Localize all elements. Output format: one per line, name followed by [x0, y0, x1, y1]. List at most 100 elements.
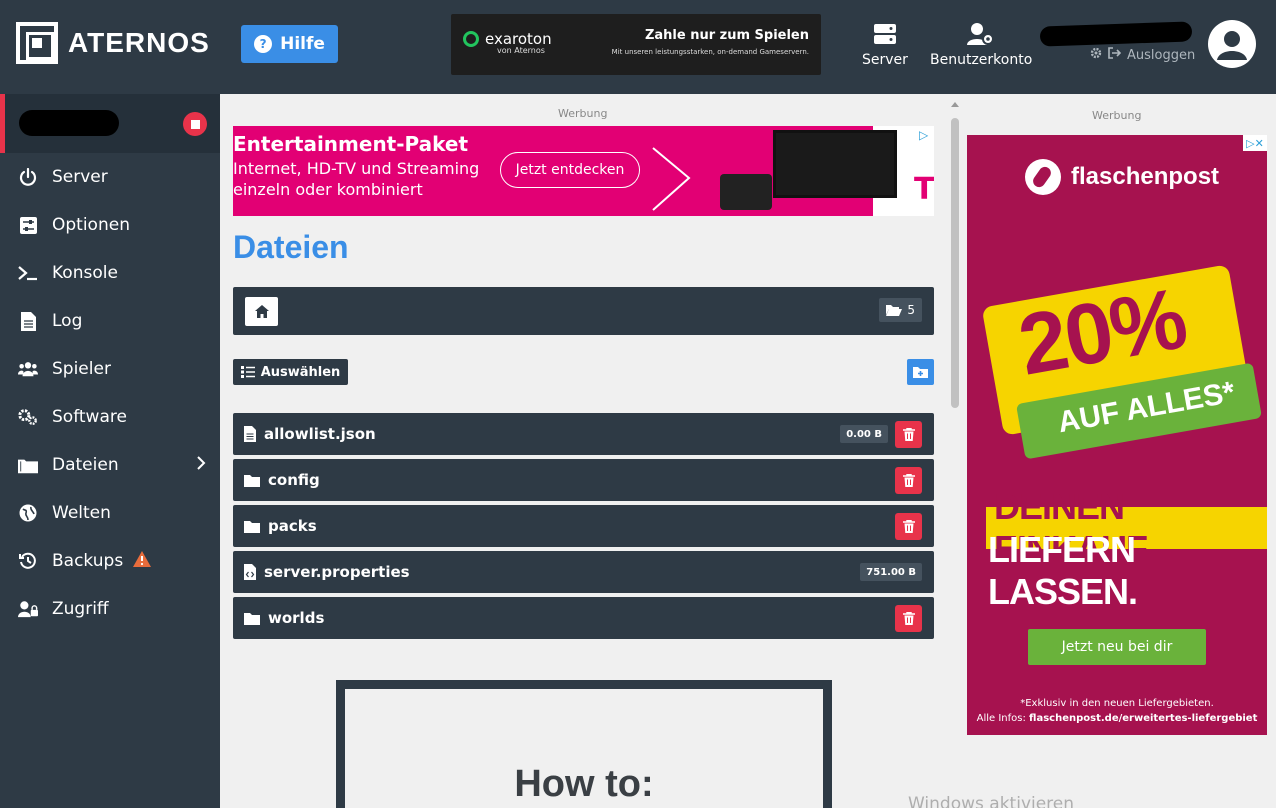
right-ad-column: Werbung ▷✕ flaschenpost 20% AUF ALLES* D… [962, 94, 1276, 808]
sign-out-icon [1108, 47, 1122, 63]
file-list: allowlist.json 0.00 B config packs serve… [233, 413, 934, 643]
redacted-server-name [19, 110, 119, 136]
breadcrumb: 5 [233, 287, 934, 335]
file-row-packs[interactable]: packs [233, 505, 934, 547]
header-nav-server[interactable]: Server [862, 20, 908, 68]
ad-cta-button[interactable]: Jetzt neu bei dir [1028, 629, 1206, 665]
file-icon [18, 311, 38, 331]
delete-button[interactable] [895, 605, 922, 632]
sidebar-item-worlds[interactable]: Welten [0, 489, 220, 537]
adchoices-icon[interactable]: ▷ [919, 128, 928, 142]
flaschenpost-ad[interactable]: ▷✕ flaschenpost 20% AUF ALLES* DEINEN EI… [967, 135, 1267, 735]
trash-icon [902, 474, 915, 487]
history-icon [18, 551, 38, 571]
delete-button[interactable] [895, 421, 922, 448]
banner-cta-button[interactable]: Jetzt entdecken [500, 152, 640, 188]
file-name: packs [268, 517, 317, 535]
ad-label: Werbung [1092, 109, 1142, 122]
power-icon [18, 167, 38, 187]
adchoices-close-icon[interactable]: ▷✕ [1243, 135, 1267, 151]
sidebar-item-server[interactable]: Server [0, 153, 220, 201]
delete-button[interactable] [895, 467, 922, 494]
redacted-username [1039, 21, 1193, 47]
sidebar-item-players[interactable]: Spieler [0, 345, 220, 393]
scroll-thumb[interactable] [951, 118, 959, 408]
header-nav-account[interactable]: Benutzerkonto [930, 20, 1032, 68]
exaroton-ad[interactable]: exaroton von Aternos Zahle nur zum Spiel… [451, 14, 821, 75]
sidebar-item-files[interactable]: Dateien [0, 441, 220, 489]
aternos-logo[interactable]: ATERNOS [16, 22, 210, 64]
folder-plus-icon [913, 367, 928, 378]
sidebar-item-label: Backups [52, 551, 124, 571]
sidebar-item-label: Spieler [52, 359, 111, 379]
file-name: config [268, 471, 320, 489]
user-lock-icon [18, 599, 38, 619]
file-row-server-properties[interactable]: server.properties 751.00 B [233, 551, 934, 593]
file-name: worlds [268, 609, 325, 627]
select-button[interactable]: Auswählen [233, 359, 348, 385]
sidebar-item-options[interactable]: Optionen [0, 201, 220, 249]
question-icon: ? [254, 35, 273, 53]
new-folder-button[interactable] [907, 359, 934, 385]
file-size: 751.00 B [860, 563, 922, 581]
delete-button[interactable] [895, 513, 922, 540]
scroll-up-arrow-icon[interactable] [951, 102, 959, 107]
sidebar-item-log[interactable]: Log [0, 297, 220, 345]
main-content: Werbung Entertainment-Paket Internet, HD… [220, 94, 948, 808]
list-icon [240, 366, 255, 378]
sidebar-item-software[interactable]: Software [0, 393, 220, 441]
sidebar-item-backups[interactable]: Backups [0, 537, 220, 585]
file-name: allowlist.json [264, 425, 376, 443]
folder-icon [244, 520, 260, 533]
trash-icon [902, 520, 915, 533]
stop-icon[interactable] [183, 112, 207, 136]
sidebar-item-access[interactable]: Zugriff [0, 585, 220, 633]
logout-label: Ausloggen [1127, 47, 1196, 63]
avatar[interactable] [1208, 20, 1256, 68]
ad-fineprint-1: *Exklusiv in den neuen Liefergebieten. [1020, 698, 1214, 709]
chevron-right-icon [196, 455, 206, 476]
terminal-icon [18, 263, 38, 283]
file-name: server.properties [264, 563, 410, 581]
file-row-allowlist[interactable]: allowlist.json 0.00 B [233, 413, 934, 455]
file-row-worlds[interactable]: worlds [233, 597, 934, 639]
telekom-banner-ad[interactable]: Entertainment-Paket Internet, HD-TV und … [233, 126, 934, 216]
ad-fineprint-2: Alle Infos: flaschenpost.de/erweitertes-… [976, 713, 1258, 724]
sidebar: Server Optionen Konsole Log Spieler Soft… [0, 94, 220, 808]
flaschenpost-logo-icon [1025, 159, 1061, 195]
banner-line2: einzeln oder kombiniert [233, 180, 423, 199]
trash-icon [902, 428, 915, 441]
home-icon [254, 305, 269, 318]
sidebar-item-label: Software [52, 407, 127, 427]
flaschenpost-name: flaschenpost [1071, 163, 1220, 190]
server-stack-icon [873, 20, 897, 48]
file-row-config[interactable]: config [233, 459, 934, 501]
folder-count-badge: 5 [879, 298, 922, 322]
telekom-logo-icon: T [914, 172, 934, 207]
folder-icon [244, 474, 260, 487]
warning-icon [133, 550, 152, 572]
sidebar-item-console[interactable]: Konsole [0, 249, 220, 297]
help-label: Hilfe [280, 34, 325, 54]
tv-image-icon [773, 130, 897, 198]
help-button[interactable]: ? Hilfe [241, 25, 338, 63]
gear-icon[interactable] [1090, 47, 1102, 63]
howto-title: How to: [514, 763, 654, 805]
server-card[interactable] [0, 94, 220, 153]
banner-title: Entertainment-Paket [233, 132, 469, 156]
page-title: Dateien [233, 229, 349, 265]
exaroton-slogan: Zahle nur zum Spielen [644, 28, 809, 43]
users-icon [18, 359, 38, 379]
howto-panel: How to: [336, 680, 832, 808]
main-scrollbar[interactable] [948, 94, 962, 808]
sidebar-item-label: Server [52, 167, 108, 187]
logout-link[interactable]: Ausloggen [1090, 47, 1195, 63]
sidebar-item-label: Konsole [52, 263, 118, 283]
sliders-icon [18, 215, 38, 235]
windows-activation-watermark: Windows aktivieren [908, 794, 1075, 808]
home-button[interactable] [245, 297, 278, 326]
trash-icon [902, 612, 915, 625]
sidebar-item-label: Optionen [52, 215, 130, 235]
select-label: Auswählen [260, 364, 341, 380]
folder-open-icon [886, 305, 903, 316]
